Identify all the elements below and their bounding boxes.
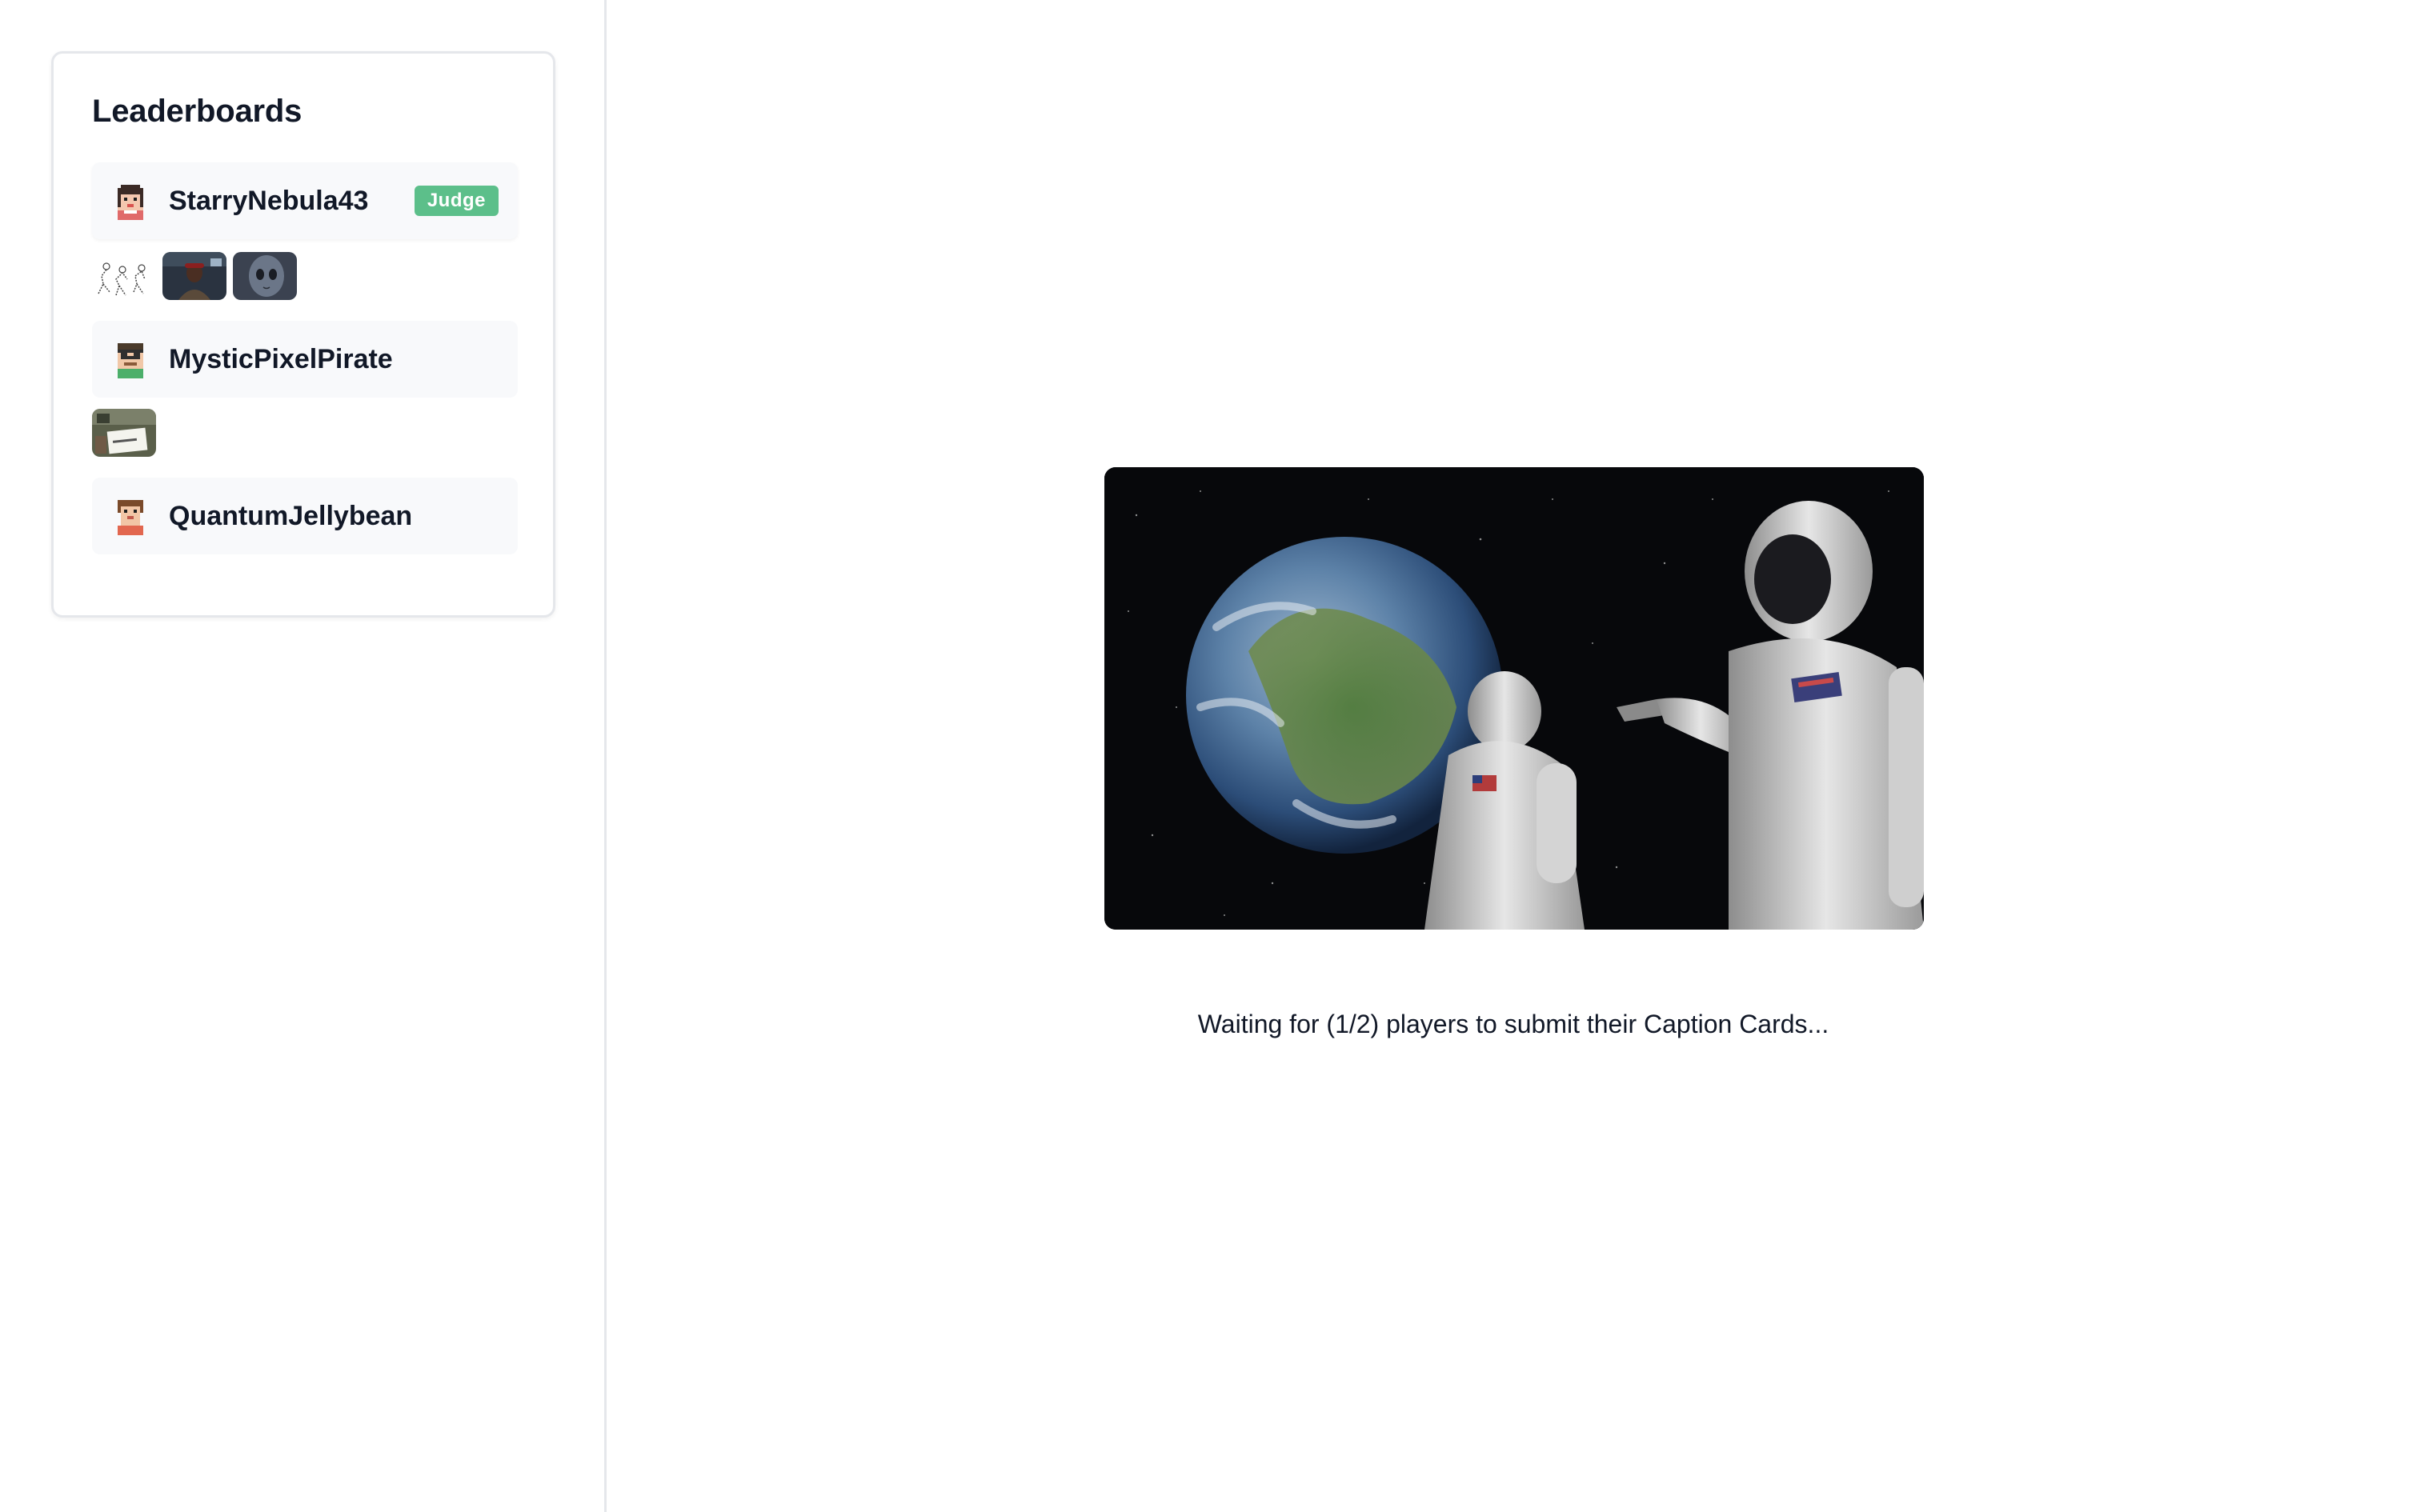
game-area: Waiting for (1/2) players to submit thei…	[607, 0, 2420, 1512]
player-name: StarryNebula43	[169, 186, 369, 216]
sketch-thumbnail[interactable]	[92, 252, 156, 300]
player-row-quantumjellybean[interactable]: QuantumJellybean	[92, 478, 518, 554]
player-name: QuantumJellybean	[169, 501, 413, 531]
sidebar: Leaderboards StarryNebula43 Judge Mystic…	[0, 0, 607, 1512]
pixel-boy-avatar-icon	[111, 497, 150, 535]
leaderboard-card: Leaderboards StarryNebula43 Judge Mystic…	[51, 51, 555, 618]
leaderboard-title: Leaderboards	[92, 94, 302, 129]
prompt-image	[1104, 467, 1924, 930]
sign-photo-thumbnail[interactable]	[92, 409, 156, 457]
dark-scene-thumbnail[interactable]	[162, 252, 226, 300]
player-row-starrynebula43[interactable]: StarryNebula43 Judge	[92, 162, 518, 239]
player-name: MysticPixelPirate	[169, 344, 393, 374]
alien-thumbnail[interactable]	[233, 252, 297, 300]
submission-status: Waiting for (1/2) players to submit thei…	[1197, 1010, 1829, 1038]
player-row-mysticpixelpirate[interactable]: MysticPixelPirate	[92, 321, 518, 398]
player-cards-starrynebula43	[92, 252, 297, 300]
app-root: Leaderboards StarryNebula43 Judge Mystic…	[0, 0, 2420, 1512]
pixel-pirate-avatar-icon	[111, 340, 150, 378]
judge-badge: Judge	[414, 186, 499, 216]
pixel-girl-avatar-icon	[111, 182, 150, 220]
player-cards-mysticpixelpirate	[92, 409, 156, 457]
